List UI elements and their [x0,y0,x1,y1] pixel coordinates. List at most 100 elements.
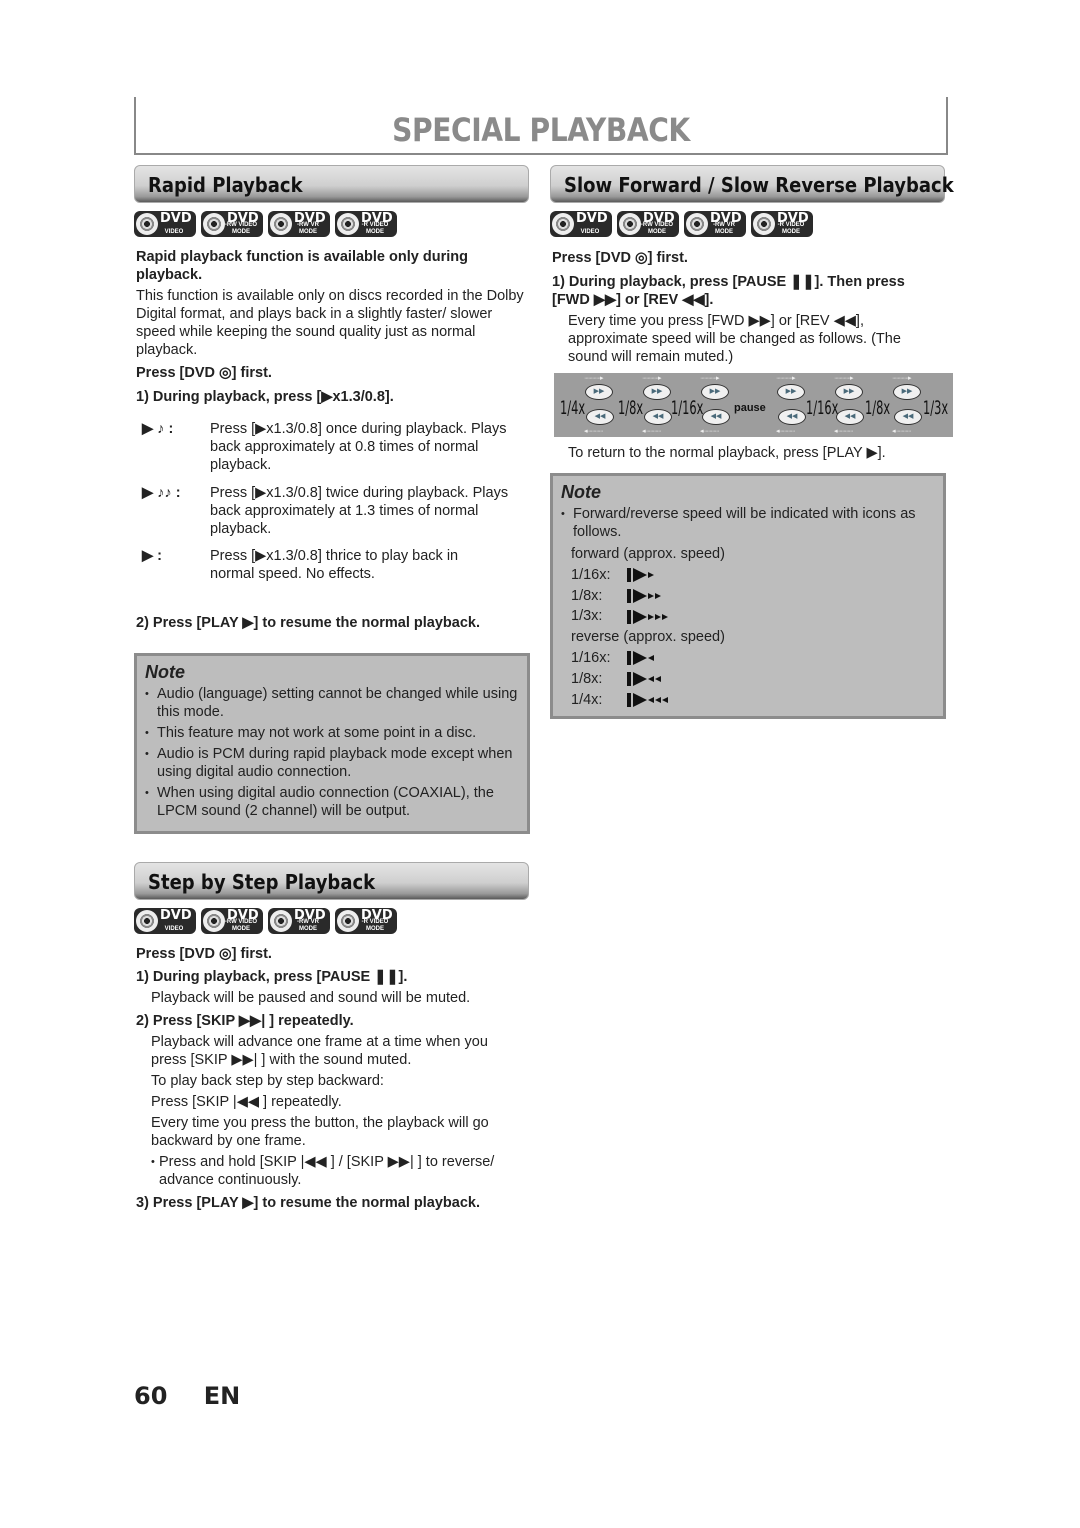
note-item: Audio (language) setting cannot be chang… [145,685,519,721]
slow-playback-heading: Slow Forward / Slow Reverse Playback [550,165,954,203]
rapid-intro-bold: Rapid playback function is available onl… [136,249,468,283]
arrow-dots: ◂············ [700,428,719,435]
slow-note-box: Note Forward/reverse speed will be indic… [550,473,946,719]
rapid-intro: This function is available only on discs… [136,288,524,358]
disc-badges-rapid: DVD VIDEO DVD -RW VIDEO MODE DVD -RW VR MOD… [134,211,397,237]
mode-text-fast: Press [▶x1.3/0.8] twice during playback.… [210,485,509,537]
dvd-r-video-badge: DVD -R VIDEO MODE [335,908,397,934]
dvd-video-badge: DVD VIDEO [134,908,196,934]
arrow-dots: ◂············ [776,428,795,435]
page-title-box: SPECIAL PLAYBACK [134,97,948,155]
fwd-button-icon: ▶▶ [893,384,921,400]
slow-return-text: To return to the normal playback, press … [568,445,886,461]
step-playback-title: Step by Step Playback [148,870,376,894]
arrow-dots: ············▸ [834,375,853,382]
language-code: EN [203,1382,241,1410]
speed-label: 1/4x [560,397,586,419]
arrow-dots: ◂············ [834,428,853,435]
note-item: When using digital audio connection (COA… [145,784,519,820]
reverse-row: 1/16x: [571,648,943,669]
slow-forward-2-icon [627,588,661,603]
forward-row: 1/8x: [571,586,943,607]
forward-row: 1/16x: [571,565,943,586]
slow-step1: 1) During playback, press [PAUSE ❚❚]. Th… [552,274,905,308]
pause-label: pause [734,402,766,414]
dvd-r-video-badge: DVD -R VIDEO MODE [751,211,813,237]
arrow-dots: ············▸ [642,375,661,382]
rapid-playback-title: Rapid Playback [148,173,303,197]
speed-label: 1/3x [923,397,949,419]
dvd-rw-vr-badge: DVD -RW VR MODE [268,211,330,237]
note-title: Note [145,662,185,682]
dvd-r-video-badge: DVD -R VIDEO MODE [335,211,397,237]
rev-button-icon: ◀◀ [894,409,922,425]
fwd-button-icon: ▶▶ [835,384,863,400]
dvd-rw-video-badge: DVD -RW VIDEO MODE [617,211,679,237]
note-item: Audio is PCM during rapid playback mode … [145,745,519,781]
speed-icon-legend: forward (approx. speed) 1/16x: 1/8x: 1/3… [571,544,943,710]
fwd-button-icon: ▶▶ [701,384,729,400]
dvd-video-badge: DVD VIDEO [134,211,196,237]
forward-row: 1/3x: [571,606,943,627]
slow-reverse-1-icon [627,651,654,666]
speed-label: 1/8x [865,397,891,419]
forward-label: forward (approx. speed) [571,546,725,562]
arrow-dots: ◂············ [642,428,661,435]
reverse-row: 1/4x: [571,690,943,711]
speed-label: 1/8x [618,397,644,419]
slow-reverse-3-icon [627,692,668,707]
step-step1: 1) During playback, press [PAUSE ❚❚]. [136,969,408,985]
page-number: 60 [134,1382,168,1410]
dvd-video-badge: DVD VIDEO [550,211,612,237]
reverse-row: 1/8x: [571,669,943,690]
speed-diagram: ············▸ ············▸ ············… [554,373,953,437]
step-step2-desc3: Press [SKIP |◀◀ ] repeatedly. [151,1094,342,1110]
rapid-press-first: Press [DVD ◎] first. [136,365,272,381]
slow-press-first: Press [DVD ◎] first. [552,250,688,266]
page-title: SPECIAL PLAYBACK [392,111,690,149]
arrow-dots: ············▸ [584,375,603,382]
rev-button-icon: ◀◀ [644,409,672,425]
slow-forward-1-icon [627,568,654,583]
disc-badges-slow: DVD VIDEO DVD -RW VIDEO MODE DVD -RW VR MOD… [550,211,813,237]
arrow-dots: ············▸ [700,375,719,382]
rev-button-icon: ◀◀ [586,409,614,425]
step-press-first: Press [DVD ◎] first. [136,946,272,962]
mode-text-normal: Press [▶x1.3/0.8] thrice to play back in… [210,548,459,582]
mode-icon-fast: ▶ ♪♪ : [142,485,181,501]
arrow-dots: ············▸ [892,375,911,382]
note-item: This feature may not work at some point … [145,724,519,742]
fwd-button-icon: ▶▶ [585,384,613,400]
dvd-rw-vr-badge: DVD -RW VR MODE [684,211,746,237]
rev-button-icon: ◀◀ [836,409,864,425]
rapid-note-box: Note Audio (language) setting cannot be … [134,653,530,834]
page-footer: 60 EN [134,1382,240,1410]
step-step3: 3) Press [PLAY ▶] to resume the normal p… [136,1195,480,1211]
rev-button-icon: ◀◀ [778,409,806,425]
step-step2-bullet: • Press and hold [SKIP |◀◀ ] / [SKIP ▶▶| … [151,1154,495,1188]
step-playback-heading: Step by Step Playback [134,862,529,900]
slow-forward-3-icon [627,609,668,624]
rapid-playback-heading: Rapid Playback [134,165,529,203]
bullet-dot: • [151,1156,155,1168]
dvd-rw-video-badge: DVD -RW VIDEO MODE [201,908,263,934]
dvd-rw-video-badge: DVD -RW VIDEO MODE [201,211,263,237]
arrow-dots: ◂············ [584,428,603,435]
rapid-step2: 2) Press [PLAY ▶] to resume the normal p… [136,615,480,631]
arrow-dots: ◂············ [892,428,911,435]
step-step2-desc4: Every time you press the button, the pla… [151,1115,489,1149]
step-step2-desc2: To play back step by step backward: [151,1073,384,1089]
step-step2: 2) Press [SKIP ▶▶| ] repeatedly. [136,1013,354,1029]
step-step2-desc1: Playback will advance one frame at a tim… [151,1034,488,1068]
mode-icon-slow: ▶ ♪ : [142,421,174,437]
disc-badges-step: DVD VIDEO DVD -RW VIDEO MODE DVD -RW VR MOD… [134,908,397,934]
fwd-button-icon: ▶▶ [777,384,805,400]
rapid-step1: 1) During playback, press [▶x1.3/0.8]. [136,389,394,405]
arrow-dots: ············▸ [776,375,795,382]
note-item: Forward/reverse speed will be indicated … [561,505,935,541]
rev-button-icon: ◀◀ [702,409,730,425]
mode-text-slow: Press [▶x1.3/0.8] once during playback. … [210,421,507,473]
mode-icon-normal: ▶ : [142,548,163,564]
speed-label: 1/16x [671,397,704,419]
slow-playback-title: Slow Forward / Slow Reverse Playback [564,173,954,197]
